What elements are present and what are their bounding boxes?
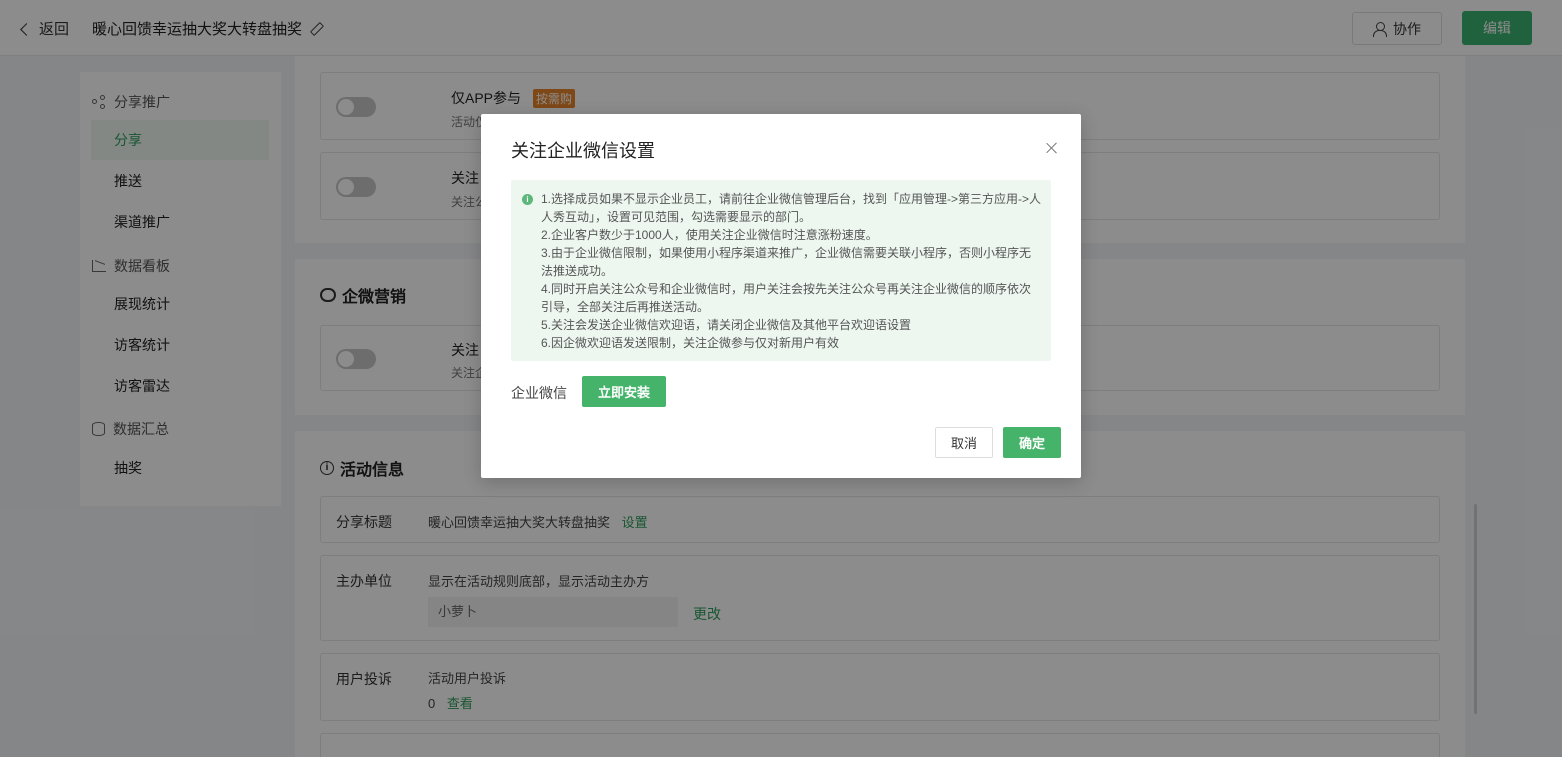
confirm-button[interactable]: 确定 <box>1003 427 1061 458</box>
notice-line: 3.由于企业微信限制，如果使用小程序渠道来推广，企业微信需要关联小程序，否则小程… <box>541 246 1032 260</box>
notice-line: 2.企业客户数少于1000人，使用关注企业微信时注意涨粉速度。 <box>541 228 878 242</box>
wechat-label: 企业微信 <box>511 385 567 401</box>
notice-line: 人秀互动」，设置可见范围，勾选需要显示的部门。 <box>541 210 812 224</box>
info-icon: i <box>522 194 533 205</box>
wecom-settings-modal: 关注企业微信设置 i 1.选择成员如果不显示企业员工，请前往企业微信管理后台，找… <box>481 114 1081 478</box>
modal-title: 关注企业微信设置 <box>511 141 655 161</box>
notice-line: 4.同时开启关注公众号和企业微信时，用户关注会按先关注公众号再关注企业微信的顺序… <box>541 282 1032 296</box>
cancel-button[interactable]: 取消 <box>935 427 993 458</box>
notice-lines: 1.选择成员如果不显示企业员工，请前往企业微信管理后台，找到「应用管理->第三方… <box>541 190 1047 352</box>
notice-line: 引导，全部关注后再推送活动。 <box>541 300 710 314</box>
install-button[interactable]: 立即安装 <box>582 376 666 407</box>
notice-line: 5.关注会发送企业微信欢迎语，请关闭企业微信及其他平台欢迎语设置 <box>541 318 912 332</box>
notice-line: 6.因企微欢迎语发送限制，关注企微参与仅对新用户有效 <box>541 336 840 350</box>
notice-line: 1.选择成员如果不显示企业员工，请前往企业微信管理后台，找到「应用管理->第三方… <box>541 192 1042 206</box>
close-icon[interactable] <box>1045 141 1059 155</box>
notice-line: 法推送成功。 <box>541 264 614 278</box>
notice-box: i 1.选择成员如果不显示企业员工，请前往企业微信管理后台，找到「应用管理->第… <box>511 180 1051 361</box>
